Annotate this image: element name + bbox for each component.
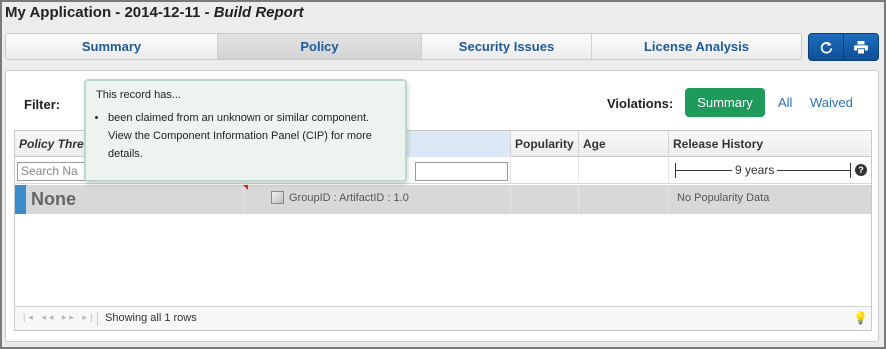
tab-security-issues[interactable]: Security Issues: [422, 34, 592, 59]
search-name-input[interactable]: Search Na: [17, 162, 87, 181]
threat-cell: [15, 185, 244, 214]
col-age[interactable]: Age: [579, 131, 669, 157]
range-label: 9 years: [732, 163, 778, 177]
row-count-status: Showing all 1 rows: [105, 312, 197, 324]
popularity-data: No Popularity Data: [677, 192, 770, 204]
release-history-range: 9 years: [675, 163, 853, 179]
component-filter-input[interactable]: [415, 162, 508, 181]
lightbulb-icon[interactable]: 💡: [853, 311, 868, 325]
tab-summary[interactable]: Summary: [6, 34, 218, 59]
tooltip-list: been claimed from an unknown or similar …: [90, 109, 385, 163]
range-end-tick: [850, 163, 851, 178]
app-title: My Application - 2014-12-11 -: [5, 4, 214, 21]
record-tooltip: This record has... been claimed from an …: [84, 79, 407, 182]
tooltip-item: been claimed from an unknown or similar …: [108, 109, 385, 163]
refresh-icon: [820, 41, 832, 54]
table-row[interactable]: None GroupID : ArtifactID : 1.0 No Popul…: [15, 185, 871, 214]
popularity-cell: [511, 185, 579, 214]
report-name: Build Report: [213, 4, 304, 21]
grid-footer: |◂ ◂◂ ▸▸ ▸| Showing all 1 rows 💡: [15, 306, 871, 330]
print-icon: [854, 40, 868, 54]
violations-summary-button[interactable]: Summary: [685, 88, 765, 117]
print-button[interactable]: [843, 34, 878, 60]
tab-summary-label: Summary: [81, 39, 142, 54]
filter-label: Filter:: [24, 97, 61, 112]
component-cube-icon: [271, 191, 284, 204]
tab-license-analysis[interactable]: License Analysis: [592, 34, 801, 59]
pager-separator: [97, 312, 98, 326]
violations-label: Violations:: [607, 96, 674, 111]
component-coordinates: GroupID : ArtifactID : 1.0: [289, 192, 409, 204]
violations-all-link[interactable]: All: [778, 95, 792, 110]
tooltip-header: This record has...: [96, 89, 181, 101]
page-title: My Application - 2014-12-11 - Build Repo…: [5, 4, 304, 21]
pager-buttons[interactable]: |◂ ◂◂ ▸▸ ▸|: [23, 312, 95, 323]
age-cell: [579, 185, 669, 214]
report-action-buttons: [808, 33, 879, 61]
filter-cell-popularity: [511, 158, 579, 184]
report-tabs: Summary Policy Security Issues License A…: [5, 33, 802, 60]
filter-cell-age: [579, 158, 669, 184]
tab-license-label: License Analysis: [643, 39, 749, 54]
refresh-button[interactable]: [809, 34, 843, 60]
tab-security-label: Security Issues: [458, 39, 555, 54]
col-popularity[interactable]: Popularity: [511, 131, 579, 157]
tab-policy[interactable]: Policy: [218, 34, 422, 59]
tab-policy-label: Policy: [300, 39, 339, 54]
violations-waived-link[interactable]: Waived: [810, 95, 853, 110]
col-release-history[interactable]: Release History: [669, 131, 871, 157]
help-icon[interactable]: ?: [855, 164, 867, 176]
